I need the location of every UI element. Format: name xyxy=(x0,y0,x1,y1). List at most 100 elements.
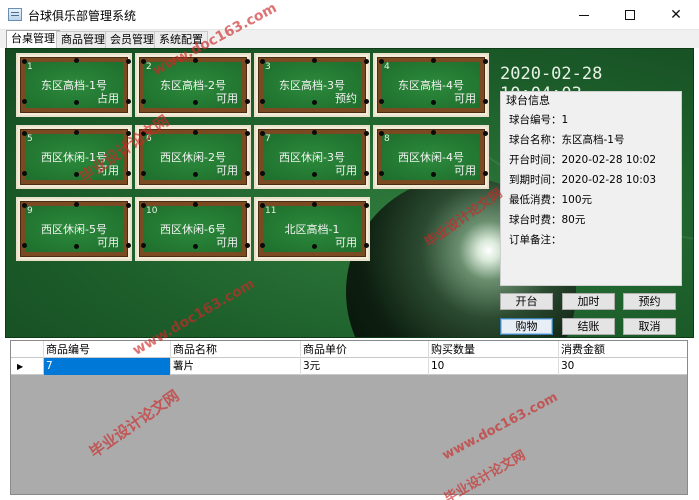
pocket-icon xyxy=(483,59,488,64)
column-header-product-name[interactable]: 商品名称 xyxy=(171,341,301,358)
tab-table-management[interactable]: 台桌管理 xyxy=(6,30,60,48)
table-row[interactable]: ▶ 7 薯片 3元 10 30 xyxy=(11,358,687,375)
pocket-icon xyxy=(193,58,198,63)
extend-time-button[interactable]: 加时 xyxy=(562,293,615,310)
table-number: 9 xyxy=(27,206,33,216)
table-card[interactable]: 10 西区休闲-6号 可用 xyxy=(135,197,251,261)
pocket-icon xyxy=(260,171,265,176)
tab-product-management[interactable]: 商品管理 xyxy=(56,31,110,48)
table-card[interactable]: 2 东区高档-2号 可用 xyxy=(135,53,251,117)
info-hourly-fee: 球台时费：80元 xyxy=(509,214,586,226)
table-rail: 2 东区高档-2号 可用 xyxy=(139,57,250,113)
table-number: 3 xyxy=(265,62,271,72)
pocket-icon xyxy=(193,202,198,207)
table-card[interactable]: 7 西区休闲-3号 可用 xyxy=(254,125,370,189)
table-felt: 3 东区高档-3号 预约 xyxy=(260,58,369,108)
pocket-icon xyxy=(22,171,27,176)
pocket-icon xyxy=(126,243,131,248)
tab-system-config[interactable]: 系统配置 xyxy=(154,31,208,48)
table-status: 可用 xyxy=(216,236,238,249)
column-header-product-id[interactable]: 商品编号 xyxy=(44,341,171,358)
pocket-icon xyxy=(312,202,317,207)
cell-amount[interactable]: 30 xyxy=(559,358,687,375)
table-rail: 1 东区高档-1号 占用 xyxy=(20,57,131,113)
open-table-button[interactable]: 开台 xyxy=(500,293,553,310)
table-status: 可用 xyxy=(97,236,119,249)
table-status: 可用 xyxy=(216,164,238,177)
column-header-amount[interactable]: 消费金额 xyxy=(559,341,687,358)
table-number: 11 xyxy=(265,206,277,216)
table-info-panel: 球台信息 球台编号：1 球台名称：东区高档-1号 开台时间：2020-02-28… xyxy=(500,91,682,286)
table-card[interactable]: 11 北区高档-1 可用 xyxy=(254,197,370,261)
table-felt: 1 东区高档-1号 占用 xyxy=(22,58,131,108)
close-icon[interactable]: ✕ xyxy=(653,0,699,30)
checkout-button[interactable]: 结账 xyxy=(562,318,615,335)
pocket-icon xyxy=(364,243,369,248)
table-card[interactable]: 6 西区休闲-2号 可用 xyxy=(135,125,251,189)
table-status: 可用 xyxy=(454,164,476,177)
pocket-icon xyxy=(364,59,369,64)
minimize-icon[interactable] xyxy=(561,0,607,30)
pocket-icon xyxy=(22,99,27,104)
table-rail: 5 西区休闲-1号 可用 xyxy=(20,129,131,185)
pocket-icon xyxy=(260,243,265,248)
table-rail: 6 西区休闲-2号 可用 xyxy=(139,129,250,185)
tab-strip: 台桌管理 商品管理 会员管理 系统配置 xyxy=(0,30,699,48)
pocket-icon xyxy=(364,203,369,208)
table-number: 4 xyxy=(384,62,390,72)
table-felt: 10 西区休闲-6号 可用 xyxy=(141,202,250,252)
table-number: 6 xyxy=(146,134,152,144)
table-rail: 8 西区休闲-4号 可用 xyxy=(377,129,488,185)
info-panel-title: 球台信息 xyxy=(505,92,551,108)
pocket-icon xyxy=(22,243,27,248)
pocket-icon xyxy=(312,130,317,135)
pocket-icon xyxy=(312,58,317,63)
table-number: 5 xyxy=(27,134,33,144)
pocket-icon xyxy=(193,244,198,249)
table-card[interactable]: 5 西区休闲-1号 可用 xyxy=(16,125,132,189)
pocket-icon xyxy=(74,100,79,105)
table-felt: 5 西区休闲-1号 可用 xyxy=(22,130,131,180)
info-min-spend: 最低消费：100元 xyxy=(509,194,593,206)
table-rail: 10 西区休闲-6号 可用 xyxy=(139,201,250,257)
table-number: 7 xyxy=(265,134,271,144)
column-header-unit-price[interactable]: 商品单价 xyxy=(301,341,429,358)
table-status: 可用 xyxy=(454,92,476,105)
purchase-grid: 商品编号 商品名称 商品单价 购买数量 消费金额 ▶ 7 薯片 3元 10 30 xyxy=(10,340,688,495)
info-open-time: 开台时间：2020-02-28 10:02 xyxy=(509,154,657,166)
pocket-icon xyxy=(126,59,131,64)
table-card[interactable]: 8 西区休闲-4号 可用 xyxy=(373,125,489,189)
cell-quantity[interactable]: 10 xyxy=(429,358,559,375)
table-status: 可用 xyxy=(216,92,238,105)
pocket-icon xyxy=(245,203,250,208)
pocket-icon xyxy=(126,131,131,136)
table-number: 2 xyxy=(146,62,152,72)
cell-product-name[interactable]: 薯片 xyxy=(171,358,301,375)
pocket-icon xyxy=(431,130,436,135)
title-bar: 台球俱乐部管理系统 ✕ xyxy=(0,0,699,30)
cell-unit-price[interactable]: 3元 xyxy=(301,358,429,375)
table-card[interactable]: 4 东区高档-4号 可用 xyxy=(373,53,489,117)
pocket-icon xyxy=(312,244,317,249)
table-card[interactable]: 1 东区高档-1号 占用 xyxy=(16,53,132,117)
column-header-quantity[interactable]: 购买数量 xyxy=(429,341,559,358)
table-card[interactable]: 3 东区高档-3号 预约 xyxy=(254,53,370,117)
table-panel: 1 东区高档-1号 占用 2 东区高档-2号 可用 3 东区高档-3号 预约 4 东区高档-4号 可用… xyxy=(5,48,694,338)
maximize-icon[interactable] xyxy=(607,0,653,30)
row-selector-icon[interactable]: ▶ xyxy=(11,358,44,375)
table-felt: 6 西区休闲-2号 可用 xyxy=(141,130,250,180)
table-rail: 3 东区高档-3号 预约 xyxy=(258,57,369,113)
buy-button[interactable]: 购物 xyxy=(500,318,553,335)
cell-product-id[interactable]: 7 xyxy=(44,358,171,375)
pocket-icon xyxy=(364,99,369,104)
table-card[interactable]: 9 西区休闲-5号 可用 xyxy=(16,197,132,261)
pocket-icon xyxy=(126,203,131,208)
tab-member-management[interactable]: 会员管理 xyxy=(105,31,159,48)
pocket-icon xyxy=(126,99,131,104)
cancel-button[interactable]: 取消 xyxy=(623,318,676,335)
reserve-button[interactable]: 预约 xyxy=(623,293,676,310)
table-status: 可用 xyxy=(335,164,357,177)
pocket-icon xyxy=(483,171,488,176)
pocket-icon xyxy=(431,100,436,105)
pocket-icon xyxy=(193,100,198,105)
